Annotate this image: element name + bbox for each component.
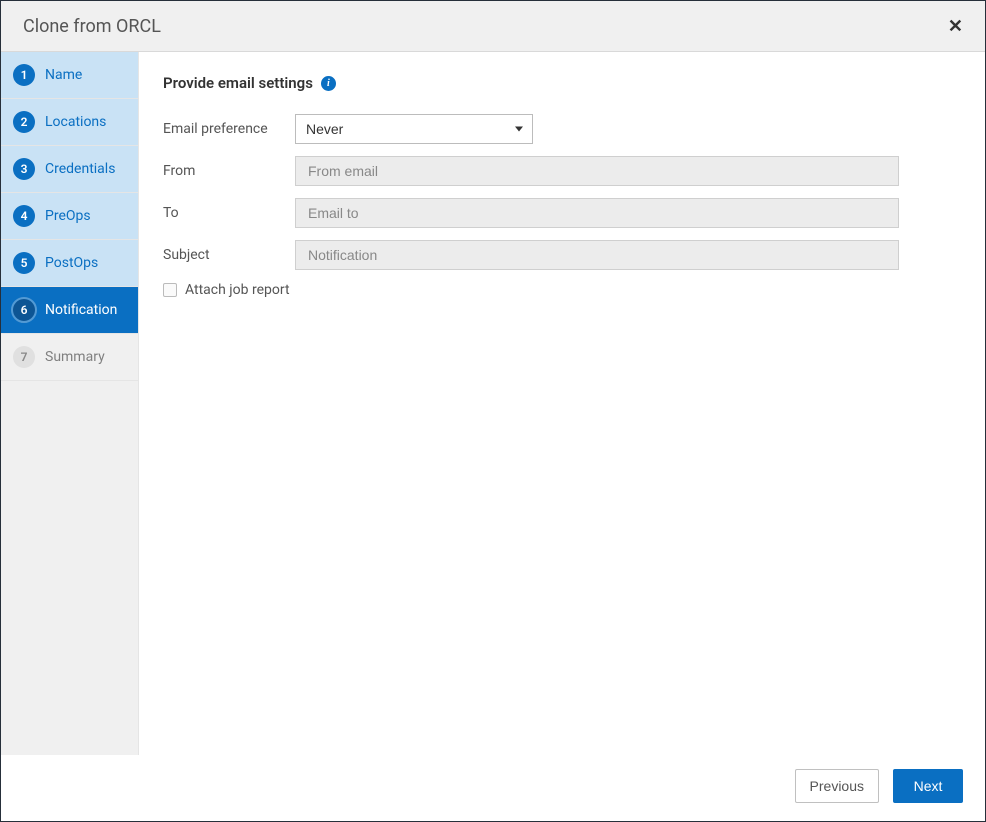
previous-button[interactable]: Previous — [795, 769, 879, 803]
row-subject: Subject — [163, 240, 961, 270]
step-number: 3 — [13, 158, 35, 180]
dialog-footer: Previous Next — [1, 755, 985, 821]
row-to: To — [163, 198, 961, 228]
step-number: 6 — [13, 299, 35, 321]
step-credentials[interactable]: 3 Credentials — [1, 146, 138, 193]
step-number: 7 — [13, 346, 35, 368]
label-from: From — [163, 163, 295, 179]
wizard-sidebar: 1 Name 2 Locations 3 Credentials 4 PreOp… — [1, 52, 139, 755]
clone-wizard-dialog: Clone from ORCL ✕ 1 Name 2 Locations 3 C… — [1, 1, 985, 821]
section-title-row: Provide email settings i — [163, 74, 961, 92]
wizard-content: Provide email settings i Email preferenc… — [139, 52, 985, 755]
label-attach-report: Attach job report — [185, 282, 290, 298]
label-subject: Subject — [163, 247, 295, 263]
step-label: Locations — [45, 114, 106, 130]
step-notification[interactable]: 6 Notification — [1, 287, 138, 334]
step-label: Summary — [45, 349, 105, 365]
close-icon[interactable]: ✕ — [944, 15, 967, 37]
row-email-preference: Email preference Never — [163, 114, 961, 144]
label-email-preference: Email preference — [163, 121, 295, 137]
step-label: PostOps — [45, 255, 98, 271]
row-from: From — [163, 156, 961, 186]
email-preference-select[interactable]: Never — [295, 114, 533, 144]
dialog-title: Clone from ORCL — [23, 16, 161, 37]
info-icon[interactable]: i — [321, 76, 336, 91]
step-preops[interactable]: 4 PreOps — [1, 193, 138, 240]
row-attach-report: Attach job report — [163, 282, 961, 298]
step-postops[interactable]: 5 PostOps — [1, 240, 138, 287]
label-to: To — [163, 205, 295, 221]
step-locations[interactable]: 2 Locations — [1, 99, 138, 146]
step-label: Notification — [45, 302, 117, 318]
from-input[interactable] — [295, 156, 899, 186]
attach-report-checkbox[interactable] — [163, 283, 177, 297]
step-name[interactable]: 1 Name — [1, 52, 138, 99]
step-number: 2 — [13, 111, 35, 133]
dialog-header: Clone from ORCL ✕ — [1, 1, 985, 52]
dialog-body: 1 Name 2 Locations 3 Credentials 4 PreOp… — [1, 52, 985, 755]
email-preference-select-wrap: Never — [295, 114, 533, 144]
step-number: 1 — [13, 64, 35, 86]
next-button[interactable]: Next — [893, 769, 963, 803]
step-label: Name — [45, 67, 82, 83]
section-title: Provide email settings — [163, 74, 313, 92]
step-summary[interactable]: 7 Summary — [1, 334, 138, 381]
step-label: Credentials — [45, 161, 115, 177]
step-number: 4 — [13, 205, 35, 227]
step-label: PreOps — [45, 208, 91, 224]
step-number: 5 — [13, 252, 35, 274]
subject-input[interactable] — [295, 240, 899, 270]
to-input[interactable] — [295, 198, 899, 228]
